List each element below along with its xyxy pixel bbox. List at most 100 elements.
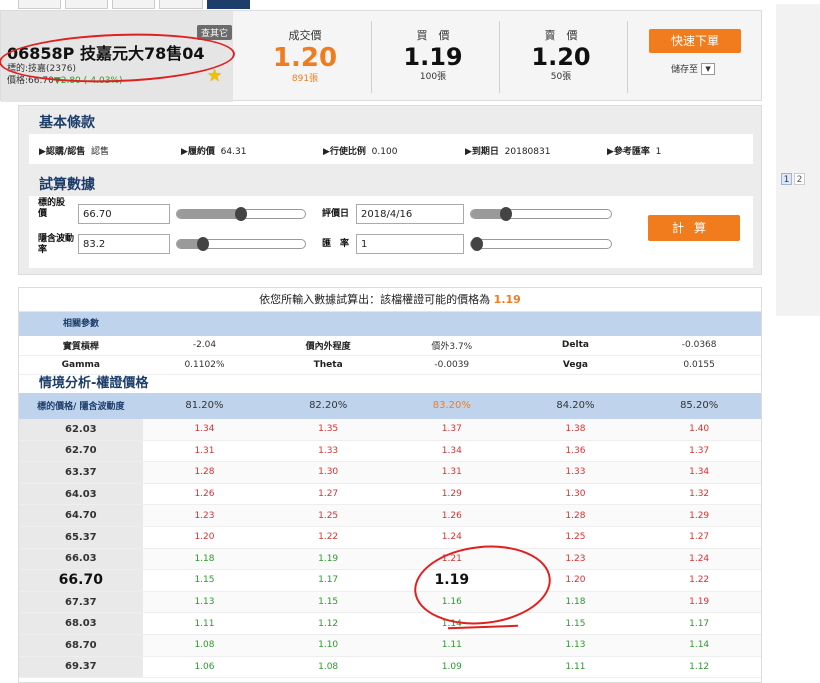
underlying-price-slider[interactable] xyxy=(176,207,306,221)
scenario-price-cell: 1.30 xyxy=(266,461,390,484)
scenario-grid: 62.03 1.34 1.35 1.37 1.38 1.40 62.70 1.31 1.33 1.… xyxy=(19,418,761,679)
scenario-row: 67.37 1.13 1.15 1.16 1.18 1.19 xyxy=(19,591,761,614)
slider-knob[interactable] xyxy=(235,207,247,221)
vol-header: 83.20% xyxy=(389,392,514,419)
scenario-price-cell: 1.15 xyxy=(142,569,267,592)
eval-date-slider[interactable] xyxy=(470,207,612,221)
scenario-underlying-price: 66.03 xyxy=(19,548,143,571)
param-name: 實質槓桿 xyxy=(19,336,143,356)
underlying-price-input[interactable] xyxy=(78,204,170,224)
scenario-price-cell: 1.15 xyxy=(513,612,638,635)
scenario-price-cell: 1.26 xyxy=(389,504,514,527)
slider-knob[interactable] xyxy=(500,207,512,221)
tab-2[interactable]: tab xyxy=(65,0,109,9)
tab-4[interactable]: tab xyxy=(159,0,203,9)
pager-page-1[interactable]: 1 xyxy=(781,173,792,185)
scenario-row: 62.03 1.34 1.35 1.37 1.38 1.40 xyxy=(19,418,761,441)
star-icon[interactable]: ★ xyxy=(207,68,222,85)
scenario-underlying-price: 65.37 xyxy=(19,526,143,549)
scenario-price-cell: 1.34 xyxy=(389,440,514,463)
scenario-price-cell: 1.27 xyxy=(637,526,761,549)
param-name: Gamma xyxy=(19,355,143,375)
scenario-row: 63.37 1.28 1.30 1.31 1.33 1.34 xyxy=(19,461,761,484)
scenario-price-cell: 1.22 xyxy=(637,569,761,592)
divider xyxy=(627,21,628,93)
scenario-price-cell: 1.25 xyxy=(513,526,638,549)
scenario-table: 標的價格/ 隱含波動度 81.20% 82.20% 83.20% 84.20% 85.20… xyxy=(19,392,761,419)
scenario-price-cell: 1.33 xyxy=(266,440,390,463)
divider xyxy=(499,21,500,93)
scenario-underlying-price: 64.70 xyxy=(19,504,143,527)
scenario-price-cell: 1.40 xyxy=(637,418,761,441)
scenario-price-cell: 1.35 xyxy=(266,418,390,441)
slider-knob[interactable] xyxy=(471,237,483,251)
bid-block: 買 價 1.19 100張 xyxy=(373,27,493,82)
scenario-price-cell: 1.23 xyxy=(142,504,267,527)
implied-vol-input[interactable] xyxy=(78,234,170,254)
slider-fill xyxy=(177,210,241,218)
scenario-price-cell: 1.20 xyxy=(142,526,267,549)
scenario-price-cell: 1.29 xyxy=(389,483,514,506)
scenario-price-cell: 1.16 xyxy=(389,591,514,614)
pager-page-2[interactable]: 2 xyxy=(794,173,805,185)
scenario-underlying-price: 68.03 xyxy=(19,612,143,635)
scenario-row: 64.70 1.23 1.25 1.26 1.28 1.29 xyxy=(19,504,761,527)
param-name: 價內外程度 xyxy=(266,336,390,356)
scenario-underlying-price: 69.37 xyxy=(19,656,143,679)
fx-input[interactable] xyxy=(356,234,464,254)
tab-3[interactable]: tab xyxy=(112,0,156,9)
scenario-underlying-price: 67.37 xyxy=(19,591,143,614)
eval-date-input[interactable] xyxy=(356,204,464,224)
scenario-underlying-price: 62.03 xyxy=(19,418,143,441)
fx-slider[interactable] xyxy=(470,237,612,251)
tab-warrant-calculator[interactable]: tab xyxy=(206,0,250,9)
scenario-price-cell: 1.34 xyxy=(142,418,267,441)
implied-vol-label: 隱含波動率 xyxy=(38,234,75,255)
scenario-price-cell: 1.30 xyxy=(513,483,638,506)
result-message: 依您所輸入數據試算出：該檔權證可能的價格為 1.19 xyxy=(19,288,761,312)
divider xyxy=(371,21,372,93)
scenario-price-cell: 1.19 xyxy=(637,591,761,614)
save-to-dropdown[interactable]: ▼ xyxy=(701,62,716,75)
ref-fx-label: ▶參考匯率 xyxy=(607,147,650,157)
scenario-price-cell: 1.18 xyxy=(513,591,638,614)
ask-block: 賣 價 1.20 50張 xyxy=(501,27,621,82)
scenario-price-cell: 1.17 xyxy=(637,612,761,635)
calculate-button[interactable]: 計算 xyxy=(648,215,740,241)
params-table: 實質槓桿 -2.04 價內外程度 價外3.7% Delta -0.0368 Gamma 0.1… xyxy=(19,336,761,375)
quick-order-button[interactable]: 快速下單 xyxy=(649,29,741,53)
save-to-label: 儲存至 xyxy=(671,65,699,75)
basic-terms-title: 基本條款 xyxy=(39,115,95,131)
underlying-price-label: 標的股價 xyxy=(38,198,66,219)
param-row: 實質槓桿 -2.04 價內外程度 價外3.7% Delta -0.0368 xyxy=(19,336,761,356)
ask-volume: 50張 xyxy=(550,72,572,82)
param-value: 0.0155 xyxy=(637,355,761,375)
expiry-date: ▶到期日 20180831 xyxy=(465,144,550,157)
scenario-price-cell: 1.19 xyxy=(266,548,390,571)
param-name: Theta xyxy=(266,355,390,375)
param-value: 價外3.7% xyxy=(389,336,514,356)
scenario-underlying-price: 63.37 xyxy=(19,461,143,484)
scenario-price-cell: 1.10 xyxy=(266,634,390,657)
scenario-price-cell: 1.25 xyxy=(266,504,390,527)
implied-vol-slider[interactable] xyxy=(176,237,306,251)
scenario-underlying-price: 62.70 xyxy=(19,440,143,463)
basic-terms-row: ▶認購/認售 認售 ▶履約價 64.31 ▶行使比例 0.100 ▶到期日 20… xyxy=(29,134,753,164)
scenario-price-cell: 1.33 xyxy=(513,461,638,484)
ask-label: 賣 價 xyxy=(544,29,578,42)
tab-1[interactable]: tab xyxy=(18,0,62,9)
param-value: 0.1102% xyxy=(142,355,267,375)
scenario-price-cell: 1.37 xyxy=(637,440,761,463)
scenario-price-cell: 1.28 xyxy=(513,504,638,527)
vol-header: 84.20% xyxy=(513,392,638,419)
ask-value: 1.20 xyxy=(531,43,591,71)
strike-label: ▶履約價 xyxy=(181,147,215,157)
param-name: Delta xyxy=(513,336,638,356)
ratio-label: ▶行使比例 xyxy=(323,147,366,157)
scenario-price-cell: 1.12 xyxy=(266,612,390,635)
scenario-row: 69.37 1.06 1.08 1.09 1.11 1.12 xyxy=(19,656,761,679)
slider-knob[interactable] xyxy=(196,237,209,251)
param-name: Vega xyxy=(513,355,638,375)
scenario-price-cell: 1.23 xyxy=(513,548,638,571)
reference-fx: ▶參考匯率 1 xyxy=(607,144,661,157)
